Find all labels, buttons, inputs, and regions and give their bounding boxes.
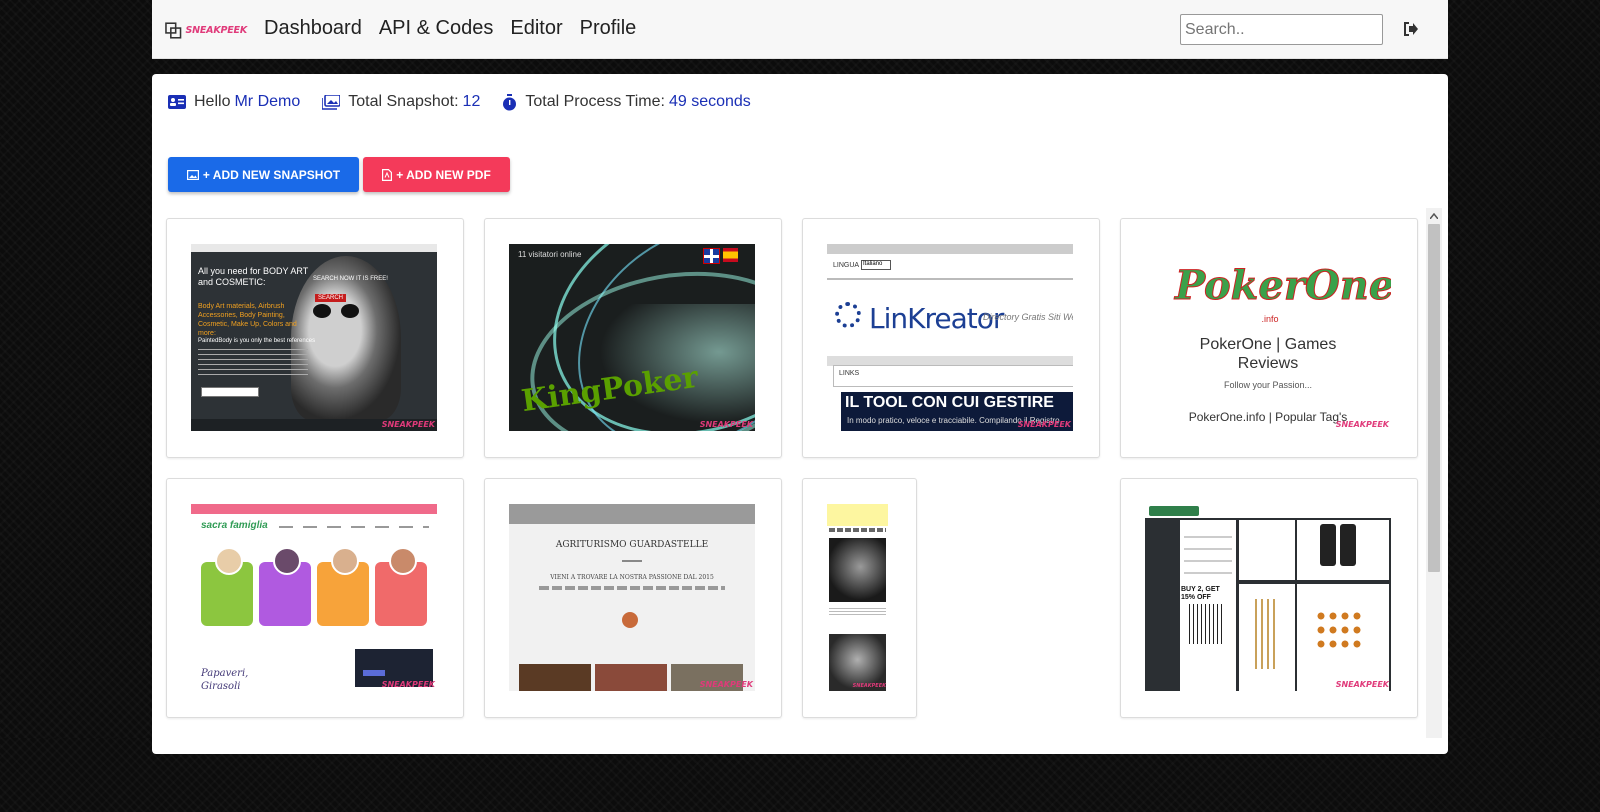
nav-editor[interactable]: Editor bbox=[510, 17, 562, 40]
nav-api-codes[interactable]: API & Codes bbox=[379, 17, 494, 40]
snapshot-text: VIENI A TROVARE LA NOSTRA PASSIONE DAL 2… bbox=[550, 574, 714, 581]
snapshot-label: Total Snapshot: bbox=[348, 93, 459, 110]
search-input[interactable] bbox=[1180, 14, 1383, 45]
snapshot-grid: All you need for BODY ART and COSMETIC: … bbox=[166, 218, 1420, 812]
sneakpeek-watermark: SNEAKPEEK bbox=[699, 680, 753, 689]
brand-logo[interactable]: SNEAKPEEK bbox=[165, 20, 247, 40]
snapshot-text: All you need for BODY ART and COSMETIC: bbox=[198, 266, 309, 287]
nav-profile[interactable]: Profile bbox=[580, 17, 637, 40]
sneakpeek-watermark: SNEAKPEEK bbox=[1335, 420, 1389, 429]
snapshot-text: LINGUA bbox=[833, 262, 860, 269]
stats-bar: Hello Mr Demo Total Snapshot: 12 Total P… bbox=[168, 93, 773, 111]
snapshot-text: IL TOOL CON CUI GESTIRE bbox=[845, 394, 1054, 411]
sneakpeek-watermark: SNEAKPEEK bbox=[852, 683, 886, 689]
snapshot-text: sacra famiglia bbox=[201, 520, 268, 531]
logo-text: SNEAKPEEK bbox=[185, 24, 248, 36]
snapshot-thumbnail: All you need for BODY ART and COSMETIC: … bbox=[191, 244, 437, 431]
snapshot-text: PokerOne | Games bbox=[1199, 336, 1337, 353]
snapshot-thumbnail: 11 visitatori online KingPoker SNEAKPEEK bbox=[509, 244, 755, 431]
images-icon bbox=[322, 94, 341, 110]
process-time-stat: Total Process Time: 49 seconds bbox=[502, 93, 751, 111]
snapshot-thumbnail: SNEAKPEEK bbox=[827, 504, 888, 691]
snapshot-card[interactable]: All you need for BODY ART and COSMETIC: … bbox=[166, 218, 464, 458]
snapshot-text: Italiano bbox=[861, 260, 891, 270]
stopwatch-icon bbox=[503, 93, 517, 110]
sneakpeek-watermark: SNEAKPEEK bbox=[381, 680, 435, 689]
snapshot-text: Papaveri, bbox=[201, 668, 249, 679]
sneakpeek-watermark: SNEAKPEEK bbox=[381, 420, 435, 429]
snapshot-text: Directory Gratis Siti Web bbox=[983, 312, 1073, 322]
sneakpeek-watermark: SNEAKPEEK bbox=[699, 420, 753, 429]
logout-icon[interactable] bbox=[1402, 20, 1420, 38]
snapshot-card[interactable]: sacra famiglia Papaveri, Girasoli SNEAKP… bbox=[166, 478, 464, 718]
top-navbar: SNEAKPEEK Dashboard API & Codes Editor P… bbox=[152, 0, 1448, 59]
es-flag-icon bbox=[723, 248, 738, 262]
snapshot-text: Reviews bbox=[1237, 355, 1299, 372]
snapshot-card[interactable]: AGRITURISMO GUARDASTELLE VIENI A TROVARE… bbox=[484, 478, 782, 718]
snapshot-text: SEARCH bbox=[315, 294, 347, 302]
snapshot-text: LINKS bbox=[839, 370, 860, 377]
snapshot-card[interactable]: BUY 2, GET 15% OFF SNEAKPEEK bbox=[1120, 478, 1418, 718]
snapshot-thumbnail: BUY 2, GET 15% OFF SNEAKPEEK bbox=[1145, 504, 1391, 691]
snapshot-thumbnail: AGRITURISMO GUARDASTELLE VIENI A TROVARE… bbox=[509, 504, 755, 691]
snapshot-text: Girasoli bbox=[201, 681, 241, 691]
add-snapshot-button[interactable]: + ADD NEW SNAPSHOT bbox=[168, 157, 359, 192]
hello-label: Hello bbox=[194, 93, 231, 110]
sneakpeek-watermark: SNEAKPEEK bbox=[1335, 680, 1389, 689]
snapshot-text: SEARCH NOW IT IS FREE! bbox=[313, 276, 388, 282]
snapshot-card[interactable]: LINGUA Italiano LinKreator Directory Gra… bbox=[802, 218, 1100, 458]
scrollbar-thumb[interactable] bbox=[1428, 224, 1440, 572]
scroll-up-arrow-icon[interactable] bbox=[1426, 208, 1442, 224]
process-time-label: Total Process Time: bbox=[525, 93, 665, 110]
process-time-value: 49 seconds bbox=[668, 93, 751, 110]
snapshot-text: Body Art materials, Airbrush Accessories… bbox=[198, 303, 297, 337]
snapshot-stat: Total Snapshot: 12 bbox=[322, 93, 480, 111]
add-snapshot-label: + ADD NEW SNAPSHOT bbox=[202, 167, 341, 182]
snapshot-count: 12 bbox=[462, 93, 481, 110]
snapshot-card[interactable]: 11 visitatori online KingPoker SNEAKPEEK bbox=[484, 218, 782, 458]
snapshot-text: 11 visitatori online bbox=[518, 250, 582, 259]
sneakpeek-watermark: SNEAKPEEK bbox=[1017, 420, 1071, 429]
snapshot-card[interactable]: PokerOne .info PokerOne | Games Reviews … bbox=[1120, 218, 1418, 458]
vertical-scrollbar[interactable] bbox=[1426, 208, 1442, 738]
add-pdf-button[interactable]: + ADD NEW PDF bbox=[363, 157, 510, 192]
snapshot-thumbnail: LINGUA Italiano LinKreator Directory Gra… bbox=[827, 244, 1073, 431]
snapshot-text: Follow your Passion... bbox=[1223, 380, 1313, 390]
id-card-icon bbox=[168, 95, 186, 109]
snapshot-text: PokerOne bbox=[1174, 262, 1391, 310]
snapshot-text: BUY 2, GET 15% OFF bbox=[1181, 586, 1220, 601]
logo-icon bbox=[165, 21, 182, 39]
snapshot-card[interactable]: SNEAKPEEK bbox=[802, 478, 917, 718]
nav-dashboard[interactable]: Dashboard bbox=[264, 17, 362, 40]
snapshot-thumbnail: PokerOne .info PokerOne | Games Reviews … bbox=[1145, 244, 1391, 431]
snapshot-text: .info bbox=[1261, 314, 1279, 324]
snapshot-thumbnail: sacra famiglia Papaveri, Girasoli SNEAKP… bbox=[191, 504, 437, 691]
greeting-stat: Hello Mr Demo bbox=[168, 93, 300, 111]
uk-flag-icon bbox=[703, 248, 720, 264]
linkreator-logo-icon bbox=[835, 302, 861, 328]
user-name: Mr Demo bbox=[234, 93, 301, 110]
add-pdf-label: + ADD NEW PDF bbox=[396, 167, 491, 182]
snapshot-text: AGRITURISMO GUARDASTELLE bbox=[555, 540, 709, 550]
main-nav: Dashboard API & Codes Editor Profile bbox=[264, 17, 653, 40]
snapshot-text: PaintedBody is you only the best referen… bbox=[198, 338, 316, 344]
pdf-file-icon bbox=[382, 168, 393, 181]
image-icon bbox=[186, 169, 199, 180]
